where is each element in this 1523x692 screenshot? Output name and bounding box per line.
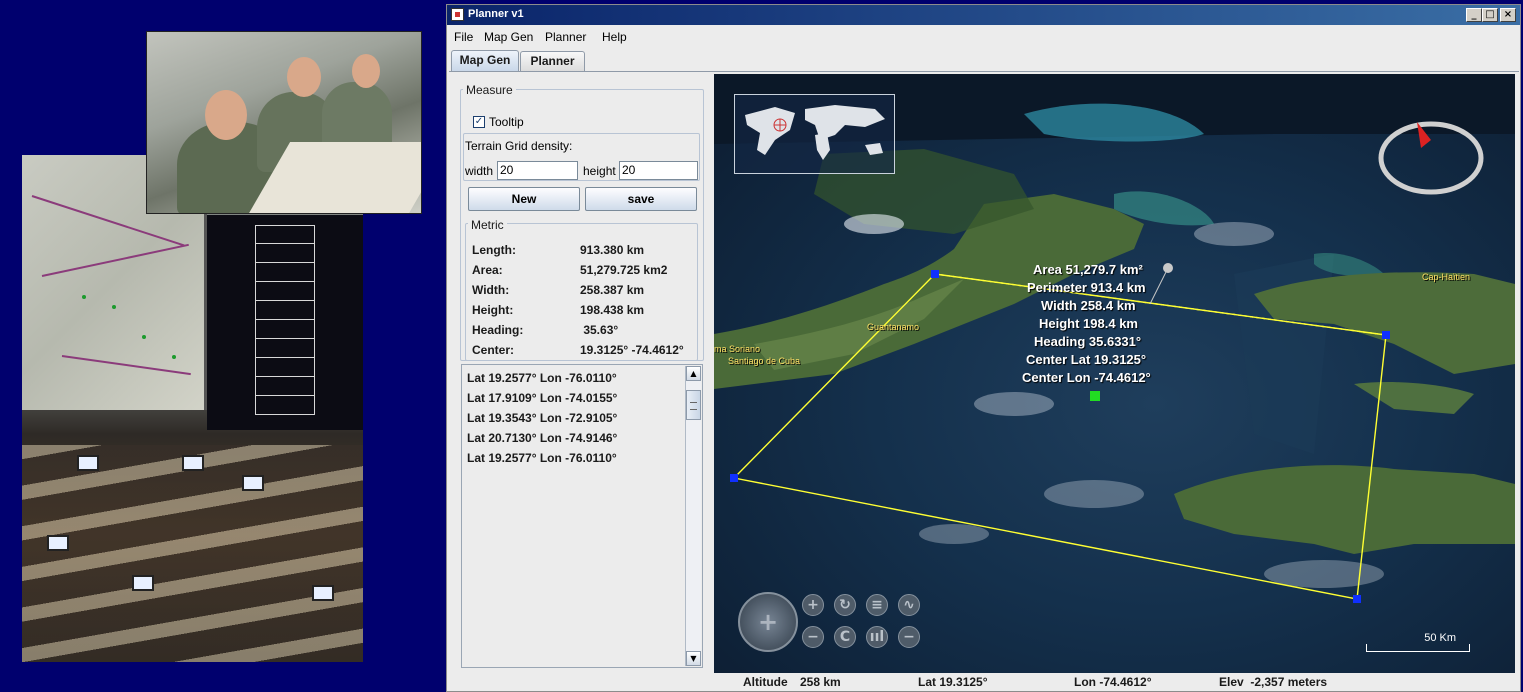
menu-file[interactable]: File: [454, 30, 473, 44]
metric-width: Width: 258.387 km: [460, 281, 700, 301]
world-minimap[interactable]: [734, 94, 895, 174]
operations-center-photo: [22, 155, 363, 662]
planner-window: Planner v1 _ □ × File Map Gen Planner He…: [446, 4, 1521, 692]
metric-height: Height: 198.438 km: [460, 301, 700, 321]
annotation-heading: Heading 35.6331°: [1034, 334, 1142, 349]
tilt-down-icon[interactable]: −: [898, 626, 920, 648]
menu-help[interactable]: Help: [602, 30, 627, 44]
metric-value: 51,279.725 km2: [580, 263, 668, 277]
height-input[interactable]: 20: [619, 161, 698, 180]
reset-view-icon[interactable]: C: [834, 626, 856, 648]
tab-map-gen[interactable]: Map Gen: [451, 50, 519, 72]
title-bar[interactable]: Planner v1 _ □ ×: [447, 5, 1520, 25]
metric-label: Height:: [472, 303, 514, 317]
menu-map-gen[interactable]: Map Gen: [484, 30, 533, 44]
width-label: width: [465, 164, 494, 178]
app-icon: [451, 8, 464, 21]
navigation-control[interactable]: [738, 592, 798, 652]
place-santiago: Santiago de Cuba: [728, 356, 801, 366]
terrain-grid-title: Terrain Grid density:: [465, 139, 573, 153]
metric-label: Length:: [472, 243, 516, 257]
wall-display: [207, 215, 363, 430]
zoom-out-icon[interactable]: −: [802, 626, 824, 648]
terrain-icon[interactable]: ∿: [898, 594, 920, 616]
vertex-marker[interactable]: [1382, 331, 1390, 339]
menu-planner[interactable]: Planner: [545, 30, 586, 44]
metric-label: Area:: [472, 263, 503, 277]
save-button[interactable]: save: [585, 187, 697, 211]
crew-photo: [146, 31, 422, 214]
metric-heading: Heading: 35.63°: [460, 321, 700, 341]
tooltip-checkbox[interactable]: ✓: [473, 116, 485, 128]
tab-planner[interactable]: Planner: [520, 51, 585, 71]
new-button[interactable]: New: [468, 187, 580, 211]
list-scrollbar[interactable]: ▲ ▼: [685, 366, 701, 666]
metric-label: Center:: [472, 343, 515, 357]
rotate-icon[interactable]: ↻: [834, 594, 856, 616]
scale-label: 50 Km: [1424, 632, 1456, 644]
elevation-readout: Elev -2,357 meters: [1219, 675, 1328, 689]
vertex-marker[interactable]: [730, 474, 738, 482]
metric-center: Center: 19.3125° -74.4612°: [460, 341, 700, 361]
height-label: height: [583, 164, 616, 178]
metric-value: 913.380 km: [580, 243, 645, 257]
list-item[interactable]: Lat 19.3543° Lon -72.9105°: [467, 411, 617, 425]
tooltip-label: Tooltip: [489, 115, 524, 129]
metric-value: 198.438 km: [580, 303, 645, 317]
longitude-readout: Lon -74.4612°: [1074, 675, 1152, 689]
annotation-perimeter: Perimeter 913.4 km: [1027, 280, 1146, 295]
annotation-area: Area 51,279.7 km²: [1033, 262, 1143, 277]
metric-value: 258.387 km: [580, 283, 645, 297]
annotation-width: Width 258.4 km: [1041, 298, 1136, 313]
scroll-up-icon[interactable]: ▲: [686, 366, 701, 381]
close-button[interactable]: ×: [1500, 8, 1516, 22]
metric-value: 35.63°: [580, 323, 619, 337]
globe-view[interactable]: Area 51,279.7 km² Perimeter 913.4 km Wid…: [714, 74, 1515, 673]
annotation-height: Height 198.4 km: [1039, 316, 1138, 331]
altitude-value: 258 km: [800, 675, 841, 689]
measure-group-title: Measure: [463, 83, 516, 97]
metric-length: Length: 913.380 km: [460, 241, 700, 261]
list-item[interactable]: Lat 19.2577° Lon -76.0110°: [467, 371, 617, 385]
width-input[interactable]: 20: [497, 161, 578, 180]
vertex-marker[interactable]: [931, 270, 939, 278]
list-item[interactable]: Lat 19.2577° Lon -76.0110°: [467, 451, 617, 465]
metric-group-title: Metric: [468, 218, 507, 232]
list-item[interactable]: Lat 17.9109° Lon -74.0155°: [467, 391, 617, 405]
vertex-marker[interactable]: [1353, 595, 1361, 603]
maximize-button[interactable]: □: [1482, 8, 1498, 22]
exaggeration-icon[interactable]: ııl: [866, 626, 888, 648]
place-soriano: ma Soriano: [714, 344, 761, 354]
metric-label: Heading:: [472, 323, 524, 337]
status-bar: Altitude 258 km Lat 19.3125° Lon -74.461…: [714, 673, 1515, 691]
place-cap-haitien: Cap-Haïtien: [1422, 272, 1471, 282]
list-item[interactable]: Lat 20.7130° Lon -74.9146°: [467, 431, 617, 445]
annotation-center-lon: Center Lon -74.4612°: [1022, 370, 1151, 385]
minimize-button[interactable]: _: [1466, 8, 1482, 22]
tilt-icon[interactable]: ≡: [866, 594, 888, 616]
window-title: Planner v1: [468, 8, 524, 20]
compass-icon[interactable]: [1377, 120, 1485, 196]
annotation-center-lat: Center Lat 19.3125°: [1026, 352, 1147, 367]
center-marker[interactable]: [1090, 391, 1100, 401]
console-desks: [22, 445, 363, 662]
metric-label: Width:: [472, 283, 510, 297]
scroll-down-icon[interactable]: ▼: [686, 651, 701, 666]
metric-value: 19.3125° -74.4612°: [580, 343, 684, 357]
scroll-thumb[interactable]: [686, 390, 701, 420]
measure-panel: Measure ✓ Tooltip Terrain Grid density: …: [460, 83, 704, 669]
altitude-label: Altitude: [743, 675, 788, 689]
menu-bar: File Map Gen Planner Help: [447, 27, 1520, 47]
scale-bar: 50 Km: [1366, 632, 1470, 654]
points-list[interactable]: Lat 19.2577° Lon -76.0110° Lat 17.9109° …: [461, 364, 703, 668]
latitude-readout: Lat 19.3125°: [918, 675, 988, 689]
place-guantanamo: Guantanamo: [867, 322, 920, 332]
zoom-in-icon[interactable]: +: [802, 594, 824, 616]
metric-area: Area: 51,279.725 km2: [460, 261, 700, 281]
